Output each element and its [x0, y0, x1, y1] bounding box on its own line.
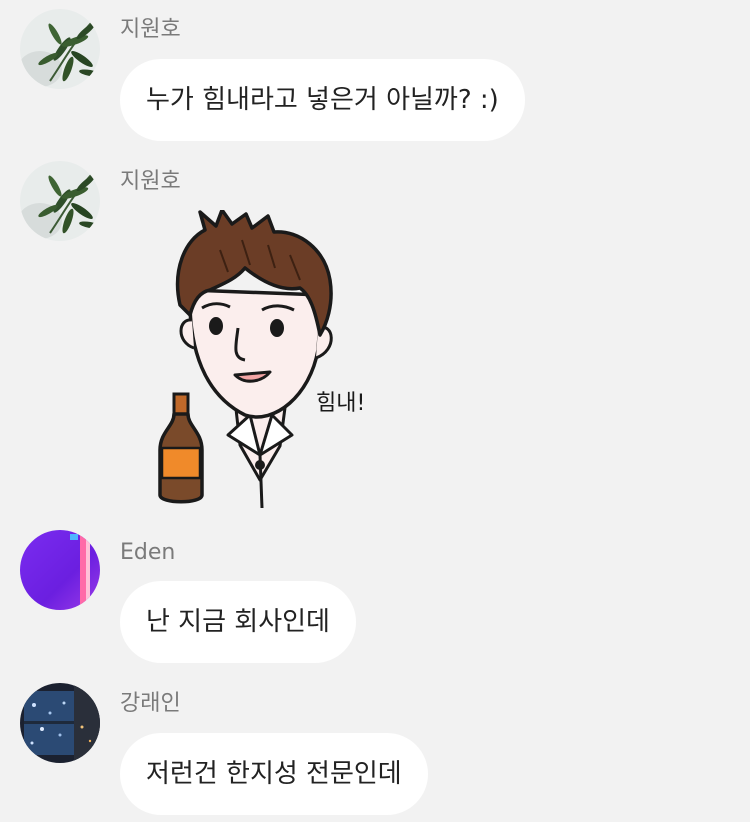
- avatar[interactable]: [20, 683, 100, 763]
- sender-name: 지원호: [120, 169, 181, 194]
- avatar[interactable]: [20, 9, 100, 89]
- chat-message: 강래인 저런건 한지성 전문인데: [0, 670, 750, 822]
- bamboo-leaf-avatar-icon: [20, 161, 100, 241]
- purple-neon-avatar-icon: [20, 530, 100, 610]
- sender-name: 지원호: [120, 17, 181, 42]
- sticker-caption: 힘내!: [316, 391, 365, 416]
- chat-message: 지원호 힘내!: [0, 150, 750, 520]
- message-bubble[interactable]: 난 지금 회사인데: [120, 581, 356, 663]
- sender-name: 강래인: [120, 691, 181, 716]
- message-bubble[interactable]: 저런건 한지성 전문인데: [120, 733, 428, 815]
- sender-name: Eden: [120, 540, 176, 565]
- chat-message: Eden 난 지금 회사인데: [0, 520, 750, 670]
- avatar[interactable]: [20, 530, 100, 610]
- cheer-up-sticker[interactable]: 힘내!: [150, 208, 390, 510]
- bamboo-leaf-avatar-icon: [20, 9, 100, 89]
- chat-message: 지원호 누가 힘내라고 넣은거 아닐까? :): [0, 0, 750, 150]
- night-window-avatar-icon: [20, 683, 100, 763]
- message-bubble[interactable]: 누가 힘내라고 넣은거 아닐까? :): [120, 59, 525, 141]
- cartoon-man-with-bottle-icon: 힘내!: [158, 208, 365, 509]
- avatar[interactable]: [20, 161, 100, 241]
